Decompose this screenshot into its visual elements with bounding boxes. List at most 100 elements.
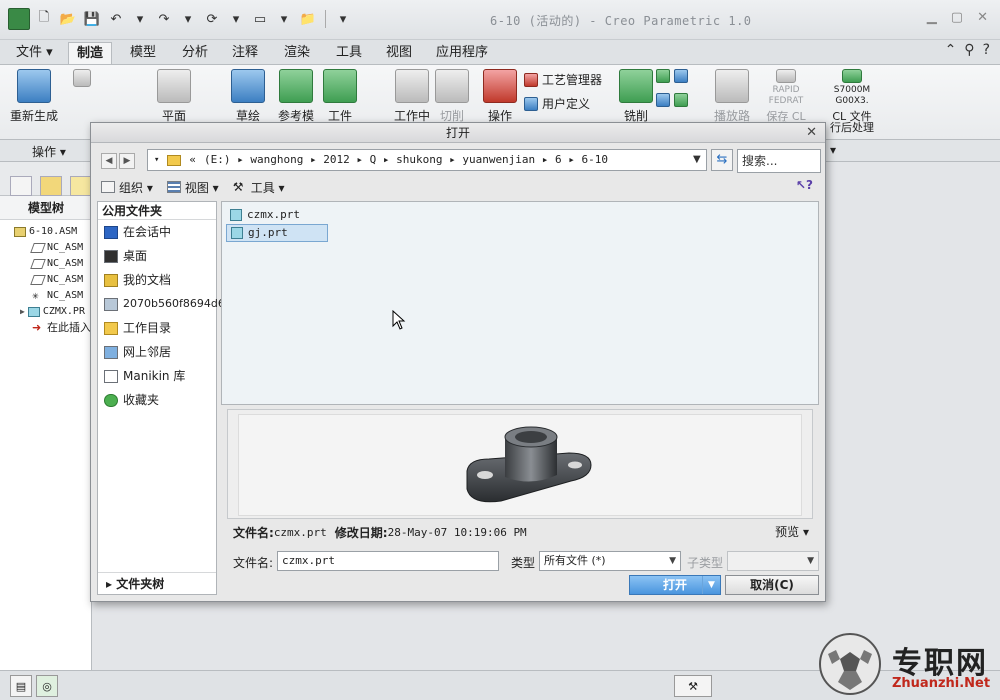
group-dropdown-icon[interactable]: ▾ — [830, 143, 836, 157]
tool-icon[interactable] — [656, 69, 670, 83]
tab-view[interactable]: 视图 — [378, 42, 420, 64]
cut-button[interactable]: 切削 — [428, 69, 476, 124]
tool-icon[interactable] — [674, 93, 688, 107]
organize-menu[interactable]: 组织 ▾ — [101, 179, 153, 196]
minimize-icon[interactable]: ▁ — [927, 10, 937, 25]
place-in-session[interactable]: 在会话中 — [98, 220, 216, 244]
app-icon[interactable] — [8, 8, 30, 30]
tab-applications[interactable]: 应用程序 — [428, 42, 496, 64]
mill-button[interactable]: 铣削 — [612, 69, 660, 124]
tree-item-plane[interactable]: NC_ASM — [14, 256, 91, 272]
tab-tools[interactable]: 工具 — [328, 42, 370, 64]
workpiece-icon — [323, 69, 357, 103]
window-icon[interactable]: ▭ — [250, 9, 270, 29]
post-process-button[interactable]: S7000M G00X3. CL 文件 行后处理 — [824, 69, 880, 133]
tree-item-prt[interactable]: ▶ CZMX.PR — [14, 304, 91, 320]
g00-label: G00X3. — [835, 96, 869, 106]
refresh-icon[interactable]: ⇆ — [711, 149, 733, 171]
save-icon[interactable]: 💾 — [82, 9, 102, 29]
new-file-icon[interactable]: 🗋 — [34, 9, 54, 29]
dropdown-icon[interactable]: ▾ — [274, 9, 294, 29]
folder-tree-toggle[interactable]: ▸ 文件夹树 — [98, 572, 216, 594]
tree-item-plane[interactable]: NC_ASM — [14, 272, 91, 288]
file-name-input[interactable]: czmx.prt — [277, 551, 499, 571]
help-icon[interactable]: ? — [983, 42, 990, 58]
tab-model[interactable]: 模型 — [122, 42, 164, 64]
preview-canvas[interactable] — [238, 414, 802, 516]
selection-filter-icon[interactable]: ⚒ — [674, 675, 712, 697]
path-text[interactable]: (E:) ▸ wanghong ▸ 2012 ▸ Q ▸ shukong ▸ y… — [204, 150, 608, 170]
place-favorites[interactable]: 收藏夹 — [98, 388, 216, 412]
tree-item-csys[interactable]: ✳ NC_ASM — [14, 288, 91, 304]
place-working-directory[interactable]: 工作目录 — [98, 316, 216, 340]
tools-menu[interactable]: ⚒ 工具 ▾ — [233, 179, 285, 196]
place-network[interactable]: 网上邻居 — [98, 340, 216, 364]
folder-icon[interactable]: 📁 — [298, 9, 318, 29]
path-breadcrumb[interactable]: ▾ « (E:) ▸ wanghong ▸ 2012 ▸ Q ▸ shukong… — [147, 149, 707, 171]
browser-toggle-icon[interactable]: ◎ — [36, 675, 58, 697]
path-history-dropdown-icon[interactable]: ▼ — [693, 154, 701, 165]
collapse-ribbon-icon[interactable]: ⌃ — [945, 42, 957, 58]
context-help-icon[interactable]: ↖? — [796, 178, 813, 192]
undo-icon[interactable]: ↶ — [106, 9, 126, 29]
maximize-icon[interactable]: ▢ — [951, 10, 963, 25]
file-item-selected[interactable]: gj.prt — [226, 224, 328, 242]
tab-analysis[interactable]: 分析 — [174, 42, 216, 64]
tree-item-asm[interactable]: 6-10.ASM — [14, 224, 91, 240]
expand-icon[interactable]: ▶ — [20, 304, 25, 320]
place-manikin-library[interactable]: Manikin 库 — [98, 364, 216, 388]
sketch-button[interactable]: 草绘 — [224, 69, 272, 124]
plane-button[interactable]: 平面 — [150, 69, 198, 124]
place-computer[interactable]: 2070b560f8694d6 — [98, 292, 225, 316]
group-operation[interactable]: 操作 ▾ — [32, 143, 66, 160]
close-icon[interactable]: ✕ — [806, 123, 817, 143]
dropdown-icon[interactable]: ▾ — [130, 9, 150, 29]
tab-file[interactable]: 文件 ▾ — [8, 42, 61, 64]
reference-model-icon — [279, 69, 313, 103]
cancel-button[interactable]: 取消(C) — [725, 575, 819, 595]
model-tree-tab-icon[interactable] — [10, 176, 32, 196]
reference-model-button[interactable]: 参考模 — [272, 69, 320, 124]
redo-icon[interactable]: ↷ — [154, 9, 174, 29]
play-path-button[interactable]: 播放路 — [708, 69, 756, 124]
user-defined-button[interactable]: 用户定义 — [524, 95, 590, 112]
open-folder-icon[interactable]: 📂 — [58, 9, 78, 29]
path-prefix[interactable]: « — [189, 150, 196, 170]
customize-dropdown-icon[interactable]: ▾ — [333, 9, 353, 29]
open-button[interactable]: 打开 ▼ — [629, 575, 721, 595]
tree-item-plane[interactable]: NC_ASM — [14, 240, 91, 256]
back-icon[interactable]: ◀ — [101, 153, 117, 169]
file-list[interactable]: czmx.prt gj.prt — [221, 201, 819, 405]
subtype-select[interactable]: ▼ — [727, 551, 819, 571]
close-icon[interactable]: ✕ — [977, 10, 988, 25]
file-item[interactable]: czmx.prt — [226, 206, 304, 224]
search-input[interactable]: 搜索... — [737, 149, 821, 173]
path-row: ◀ ▶ ▾ « (E:) ▸ wanghong ▸ 2012 ▸ Q ▸ shu… — [99, 149, 821, 173]
place-my-documents[interactable]: 我的文档 — [98, 268, 216, 292]
navigator-toggle-icon[interactable]: ▤ — [10, 675, 32, 697]
dropdown-icon[interactable]: ▾ — [226, 9, 246, 29]
path-dropdown-icon[interactable]: ▾ — [154, 150, 159, 170]
process-manager-button[interactable]: 工艺管理器 — [524, 71, 602, 88]
tool-icon[interactable] — [674, 69, 688, 83]
preview-toggle[interactable]: 预览 ▾ — [775, 523, 809, 540]
workpiece-button[interactable]: 工件 — [316, 69, 364, 124]
search-icon[interactable]: ⚲ — [964, 42, 974, 58]
tree-item-insert-here[interactable]: ➜ 在此插入 — [14, 320, 91, 336]
place-desktop[interactable]: 桌面 — [98, 244, 216, 268]
tab-manufacturing[interactable]: 制造 — [68, 42, 113, 64]
view-menu[interactable]: 视图 ▾ — [166, 179, 219, 196]
folder-browser-tab-icon[interactable] — [40, 176, 62, 196]
operation-button[interactable]: 操作 — [476, 69, 524, 124]
dropdown-icon[interactable]: ▾ — [178, 9, 198, 29]
favorites-tab-icon[interactable] — [70, 176, 92, 196]
forward-icon[interactable]: ▶ — [119, 153, 135, 169]
open-options-dropdown-icon[interactable]: ▼ — [702, 576, 720, 594]
tab-render[interactable]: 渲染 — [276, 42, 318, 64]
regenerate-icon[interactable]: ⟳ — [202, 9, 222, 29]
regenerate-button[interactable]: 重新生成 — [10, 69, 58, 124]
tab-annotate[interactable]: 注释 — [224, 42, 266, 64]
tool-icon[interactable] — [656, 93, 670, 107]
copy-button[interactable] — [58, 69, 106, 91]
type-select[interactable]: 所有文件 (*) ▼ — [539, 551, 681, 571]
